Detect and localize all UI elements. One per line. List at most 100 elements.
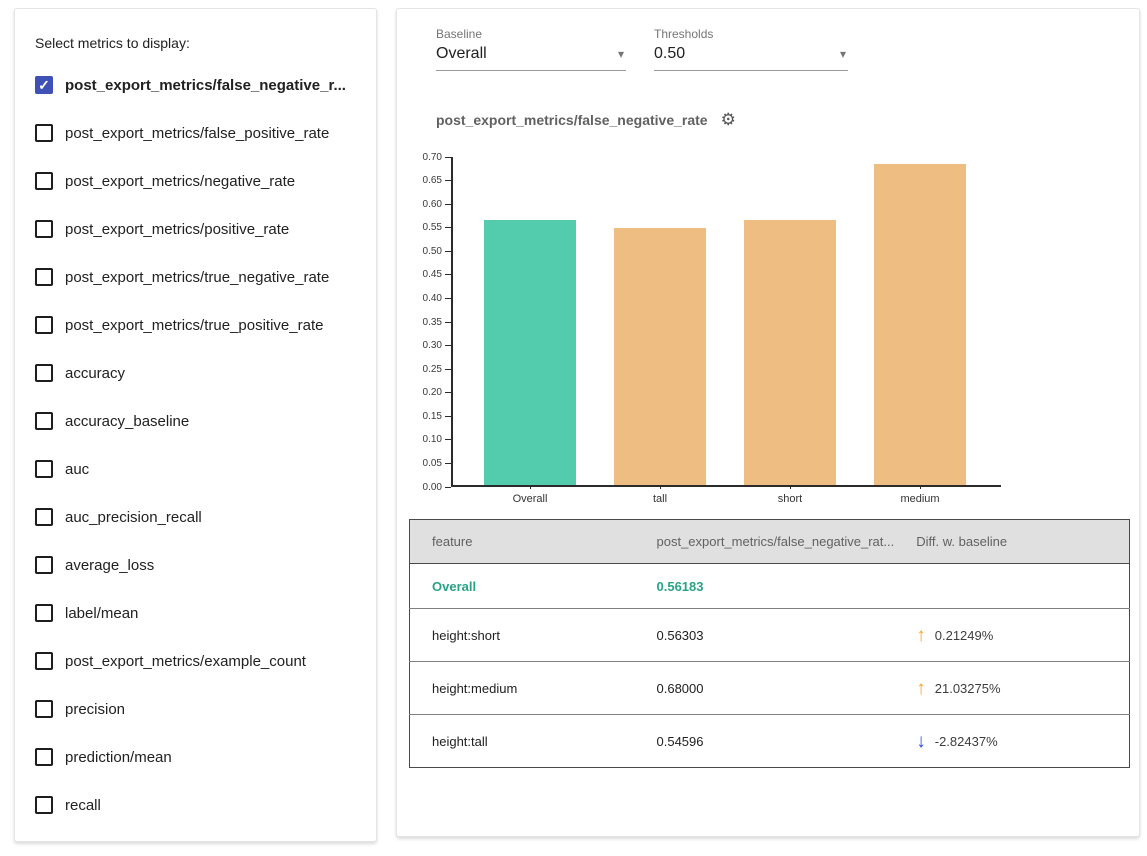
diff-cell: ↓-2.82437% — [894, 715, 1129, 768]
metric-label: auc_precision_recall — [65, 509, 202, 526]
metric-checkbox[interactable] — [35, 412, 53, 430]
baseline-label: Baseline — [436, 27, 626, 41]
table-row[interactable]: height:tall 0.54596 ↓-2.82437% — [410, 715, 1130, 768]
dropdown-arrow-icon[interactable]: ▾ — [840, 48, 846, 60]
metric-item-label-mean[interactable]: label/mean — [35, 589, 358, 637]
value-cell: 0.56183 — [635, 564, 895, 609]
metric-select-panel: Select metrics to display: ✓ post_export… — [14, 8, 377, 842]
metric-label: post_export_metrics/false_negative_r... — [65, 77, 346, 94]
metric-checkbox[interactable] — [35, 604, 53, 622]
feature-cell: height:short — [410, 609, 635, 662]
metric-checkbox[interactable] — [35, 172, 53, 190]
bar-medium[interactable] — [874, 164, 966, 485]
x-tick-label: medium — [855, 493, 985, 505]
x-tick — [530, 485, 531, 489]
y-tick: 0.60 — [423, 199, 451, 209]
metric-item-negative-rate[interactable]: post_export_metrics/negative_rate — [35, 157, 358, 205]
metric-item-example-count[interactable]: post_export_metrics/example_count — [35, 637, 358, 685]
baseline-value: Overall — [436, 45, 626, 63]
diff-arrow-icon: ↓ — [916, 732, 926, 751]
metric-item-recall[interactable]: recall — [35, 781, 358, 829]
metric-item-auc[interactable]: auc — [35, 445, 358, 493]
metric-label: post_export_metrics/example_count — [65, 653, 306, 670]
thresholds-select[interactable]: Thresholds 0.50 ▾ — [654, 27, 848, 71]
metric-item-false-positive-rate[interactable]: post_export_metrics/false_positive_rate — [35, 109, 358, 157]
bar-tall[interactable] — [614, 228, 706, 485]
diff-arrow-icon: ↑ — [916, 626, 926, 645]
table-row[interactable]: Overall 0.56183 — [410, 564, 1130, 609]
settings-gear-icon[interactable]: ⚙ — [721, 111, 736, 128]
bar-Overall[interactable] — [484, 220, 576, 485]
diff-cell: ↑21.03275% — [894, 662, 1129, 715]
metric-label: prediction/mean — [65, 749, 172, 766]
metric-item-accuracy-baseline[interactable]: accuracy_baseline — [35, 397, 358, 445]
metric-checkbox[interactable] — [35, 316, 53, 334]
metric-checkbox[interactable] — [35, 700, 53, 718]
y-tick: 0.05 — [423, 458, 451, 468]
value-cell: 0.54596 — [635, 715, 895, 768]
metric-checkbox[interactable] — [35, 556, 53, 574]
metric-item-auc-precision-recall[interactable]: auc_precision_recall — [35, 493, 358, 541]
metric-checkbox[interactable] — [35, 652, 53, 670]
metric-checkbox[interactable] — [35, 796, 53, 814]
bar-short[interactable] — [744, 220, 836, 485]
diff-value: 21.03275% — [935, 681, 1001, 696]
y-tick: 0.50 — [423, 246, 451, 256]
metrics-table: feature post_export_metrics/false_negati… — [409, 519, 1130, 768]
sidebar-title: Select metrics to display: — [35, 35, 358, 51]
metric-item-true-positive-rate[interactable]: post_export_metrics/true_positive_rate — [35, 301, 358, 349]
metric-label: accuracy — [65, 365, 125, 382]
feature-cell: height:tall — [410, 715, 635, 768]
baseline-select[interactable]: Baseline Overall ▾ — [436, 27, 626, 71]
metric-checkbox[interactable] — [35, 268, 53, 286]
metric-label: post_export_metrics/true_negative_rate — [65, 269, 329, 286]
bar-slot: tall — [595, 157, 725, 485]
feature-cell: Overall — [410, 564, 635, 609]
y-tick: 0.20 — [423, 388, 451, 398]
x-tick — [660, 485, 661, 489]
metric-item-true-negative-rate[interactable]: post_export_metrics/true_negative_rate — [35, 253, 358, 301]
y-tick: 0.30 — [423, 341, 451, 351]
metric-item-false-negative-rate[interactable]: ✓ post_export_metrics/false_negative_r..… — [35, 61, 358, 109]
metric-item-accuracy[interactable]: accuracy — [35, 349, 358, 397]
bar-slot: Overall — [465, 157, 595, 485]
x-tick-label: Overall — [465, 493, 595, 505]
y-axis: 0.000.050.100.150.200.250.300.350.400.45… — [397, 157, 451, 487]
y-tick: 0.45 — [423, 270, 451, 280]
metric-label: label/mean — [65, 605, 138, 622]
metric-item-average-loss[interactable]: average_loss — [35, 541, 358, 589]
metric-results-panel: Baseline Overall ▾ Thresholds 0.50 ▾ pos… — [396, 8, 1140, 837]
metric-item-prediction-mean[interactable]: prediction/mean — [35, 733, 358, 781]
metric-label: accuracy_baseline — [65, 413, 189, 430]
metric-checkbox[interactable]: ✓ — [35, 76, 53, 94]
value-cell: 0.56303 — [635, 609, 895, 662]
metric-checkbox[interactable] — [35, 364, 53, 382]
metric-item-precision[interactable]: precision — [35, 685, 358, 733]
table-row[interactable]: height:medium 0.68000 ↑21.03275% — [410, 662, 1130, 715]
diff-cell: ↑0.21249% — [894, 609, 1129, 662]
value-cell: 0.68000 — [635, 662, 895, 715]
table-row[interactable]: height:short 0.56303 ↑0.21249% — [410, 609, 1130, 662]
metric-checkbox[interactable] — [35, 220, 53, 238]
y-tick: 0.35 — [423, 317, 451, 327]
dropdown-arrow-icon[interactable]: ▾ — [618, 48, 624, 60]
metric-label: post_export_metrics/true_positive_rate — [65, 317, 323, 334]
x-tick — [790, 485, 791, 489]
metric-checkbox[interactable] — [35, 124, 53, 142]
y-tick: 0.55 — [423, 223, 451, 233]
plot-area: Overalltallshortmedium — [451, 157, 1001, 487]
feature-cell: height:medium — [410, 662, 635, 715]
metric-label: auc — [65, 461, 89, 478]
metric-checkbox[interactable] — [35, 748, 53, 766]
metric-label: post_export_metrics/negative_rate — [65, 173, 295, 190]
chart-title: post_export_metrics/false_negative_rate — [436, 112, 708, 128]
x-tick — [920, 485, 921, 489]
x-tick-label: tall — [595, 493, 725, 505]
bar-chart: 0.000.050.100.150.200.250.300.350.400.45… — [397, 157, 1141, 517]
y-tick: 0.40 — [423, 293, 451, 303]
metric-checkbox[interactable] — [35, 460, 53, 478]
metric-label: post_export_metrics/false_positive_rate — [65, 125, 329, 142]
metric-item-positive-rate[interactable]: post_export_metrics/positive_rate — [35, 205, 358, 253]
metric-checkbox[interactable] — [35, 508, 53, 526]
y-tick: 0.65 — [423, 176, 451, 186]
